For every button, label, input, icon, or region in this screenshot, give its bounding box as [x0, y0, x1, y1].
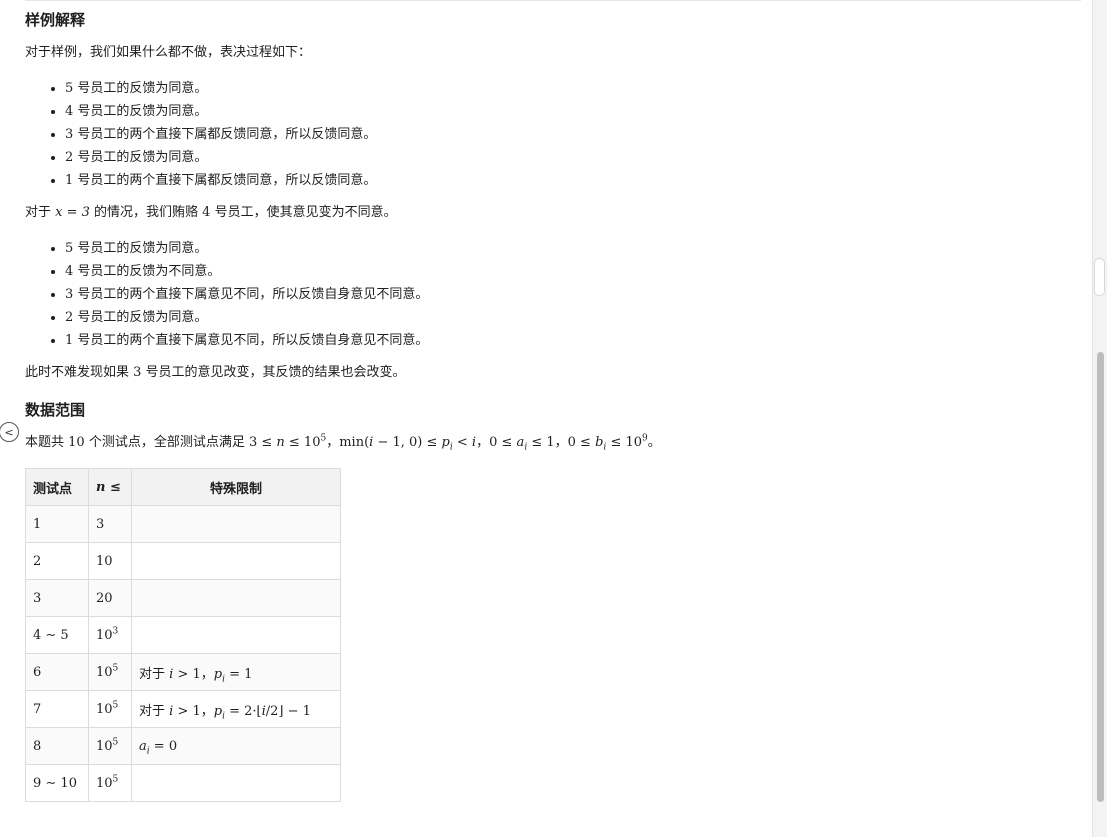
- special-limit: [131, 616, 341, 654]
- table-row: 1 3: [25, 505, 341, 543]
- testcase-id: 7: [25, 690, 89, 728]
- list-item: 4 号员工的反馈为同意。: [65, 100, 376, 123]
- list-item: 5 号员工的反馈为同意。: [65, 77, 376, 100]
- list-item: 2 号员工的反馈为同意。: [65, 306, 428, 329]
- sample-intro-text: 对于样例，我们如果什么都不做，表决过程如下：: [25, 45, 312, 60]
- table-row: 2 10: [25, 542, 341, 580]
- special-limit: [131, 505, 341, 543]
- sample-explanation-heading: 样例解释: [25, 11, 86, 29]
- list-item: 1 号员工的两个直接下属都反馈同意，所以反馈同意。: [65, 169, 376, 192]
- special-limit: [131, 764, 341, 802]
- list-item: 5 号员工的反馈为同意。: [65, 237, 428, 260]
- testcase-id: 3: [25, 579, 89, 617]
- n-limit: 105: [88, 764, 132, 802]
- n-limit: 3: [88, 505, 132, 543]
- testcase-id: 9 ∼ 10: [25, 764, 89, 802]
- table-row: 6 105 对于 i > 1，pi = 1: [25, 653, 341, 691]
- list-item: 2 号员工的反馈为同意。: [65, 146, 376, 169]
- case-intro-text: 对于 x = 3 的情况，我们贿赂 4 号员工，使其意见变为不同意。: [25, 205, 397, 220]
- special-limit: 对于 i > 1，pi = 2·⌊i/2⌋ − 1: [131, 690, 341, 728]
- n-limit: 105: [88, 690, 132, 728]
- n-limit: 103: [88, 616, 132, 654]
- special-limit: [131, 542, 341, 580]
- vertical-scrollbar[interactable]: [1092, 0, 1107, 837]
- default-vote-list: 5 号员工的反馈为同意。 4 号员工的反馈为同意。 3 号员工的两个直接下属都反…: [25, 77, 376, 192]
- special-limit: ai = 0: [131, 727, 341, 765]
- special-limit: [131, 579, 341, 617]
- testcase-id: 4 ∼ 5: [25, 616, 89, 654]
- table-header-row: 测试点 n ≤ 特殊限制: [25, 468, 341, 506]
- top-divider: [25, 0, 1081, 1]
- data-range-heading: 数据范围: [25, 401, 86, 419]
- list-item: 3 号员工的两个直接下属都反馈同意，所以反馈同意。: [65, 123, 376, 146]
- n-limit: 10: [88, 542, 132, 580]
- table-row: 7 105 对于 i > 1，pi = 2·⌊i/2⌋ − 1: [25, 690, 341, 728]
- header-special-limit: 特殊限制: [131, 468, 341, 506]
- n-limit: 105: [88, 727, 132, 765]
- testcase-id: 1: [25, 505, 89, 543]
- testcase-id: 8: [25, 727, 89, 765]
- table-row: 3 20: [25, 579, 341, 617]
- testcase-id: 6: [25, 653, 89, 691]
- side-handle-icon[interactable]: [1094, 258, 1105, 296]
- collapse-sidebar-icon[interactable]: <: [0, 422, 19, 442]
- data-range-text: 本题共 10 个测试点，全部测试点满足 3 ≤ n ≤ 105，min(i − …: [25, 433, 661, 453]
- list-item: 4 号员工的反馈为不同意。: [65, 260, 428, 283]
- header-testcase: 测试点: [25, 468, 89, 506]
- n-limit: 105: [88, 653, 132, 691]
- special-limit: 对于 i > 1，pi = 1: [131, 653, 341, 691]
- bribed-vote-list: 5 号员工的反馈为同意。 4 号员工的反馈为不同意。 3 号员工的两个直接下属意…: [25, 237, 428, 352]
- data-range-table: 测试点 n ≤ 特殊限制 1 3 2 10 3 20 4 ∼ 5 103 6 1…: [25, 468, 341, 802]
- list-item: 1 号员工的两个直接下属意见不同，所以反馈自身意见不同意。: [65, 329, 428, 352]
- conclusion-text: 此时不难发现如果 3 号员工的意见改变，其反馈的结果也会改变。: [25, 365, 406, 380]
- table-row: 9 ∼ 10 105: [25, 764, 341, 802]
- table-row: 4 ∼ 5 103: [25, 616, 341, 654]
- scrollbar-thumb[interactable]: [1097, 352, 1104, 802]
- n-limit: 20: [88, 579, 132, 617]
- list-item: 3 号员工的两个直接下属意见不同，所以反馈自身意见不同意。: [65, 283, 428, 306]
- table-row: 8 105 ai = 0: [25, 727, 341, 765]
- testcase-id: 2: [25, 542, 89, 580]
- header-n: n ≤: [88, 468, 132, 506]
